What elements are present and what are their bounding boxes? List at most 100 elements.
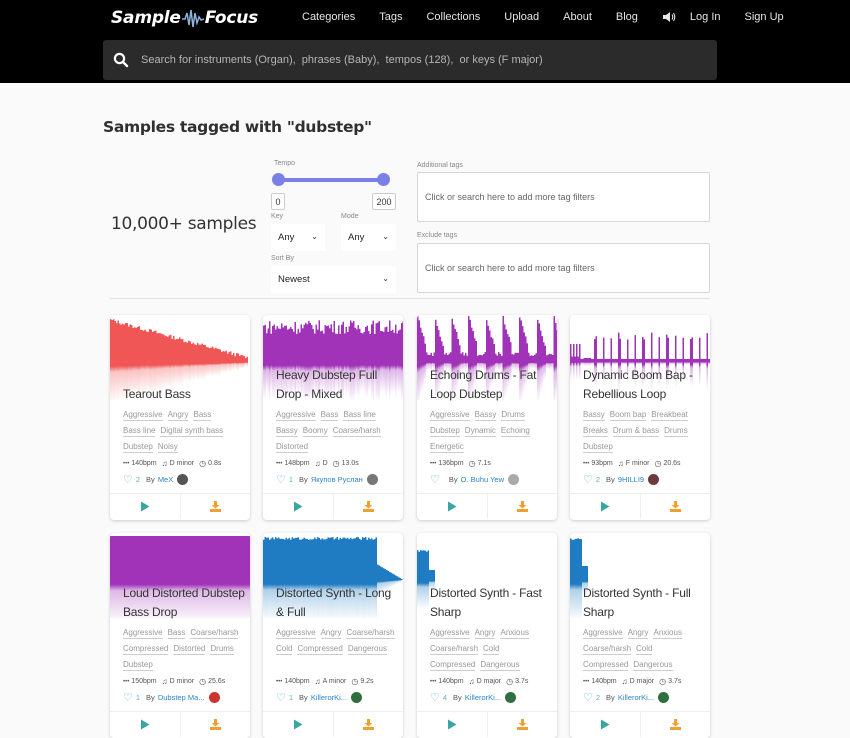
search-input[interactable] — [141, 54, 701, 66]
tag-link[interactable]: Distorted — [276, 441, 308, 453]
uploader-link[interactable]: O. Buhu Yew — [461, 475, 504, 484]
sample-card[interactable]: Heavy Dubstep Full Drop - Mixed Aggressi… — [263, 315, 403, 520]
tag-link[interactable]: Dynamic — [465, 425, 496, 437]
uploader-link[interactable]: KillerorKi... — [618, 693, 654, 702]
avatar[interactable] — [209, 692, 220, 703]
avatar[interactable] — [658, 692, 669, 703]
uploader-link[interactable]: KillerorKi... — [465, 693, 501, 702]
sample-title[interactable]: Echoing Drums - Fat Loop Dubstep — [430, 366, 554, 404]
tag-link[interactable]: Aggressive — [123, 627, 163, 639]
tag-link[interactable]: Aggressive — [430, 627, 470, 639]
tag-link[interactable]: Compressed — [583, 659, 628, 671]
uploader-link[interactable]: Якупов Руслан — [311, 475, 363, 484]
tag-link[interactable]: Cold — [483, 643, 499, 655]
tempo-min-handle[interactable] — [272, 173, 285, 186]
nav-categories[interactable]: Categories — [302, 11, 355, 23]
download-button[interactable] — [334, 712, 404, 737]
sample-title[interactable]: Loud Distorted Dubstep Bass Drop — [123, 584, 247, 622]
tag-link[interactable]: Digital synth bass — [160, 425, 223, 437]
heart-icon[interactable]: ♡ — [123, 691, 133, 704]
tag-link[interactable]: Dangerous — [633, 659, 672, 671]
play-button[interactable] — [263, 494, 334, 519]
tag-link[interactable]: Drums — [501, 409, 525, 421]
play-button[interactable] — [110, 494, 181, 519]
tag-link[interactable]: Coarse/harsh — [333, 425, 381, 437]
tempo-slider-track[interactable] — [278, 178, 384, 182]
tag-link[interactable]: Distorted — [173, 643, 205, 655]
tag-link[interactable]: Bassy — [583, 409, 605, 421]
avatar[interactable] — [351, 692, 362, 703]
play-button[interactable] — [110, 712, 181, 737]
download-button[interactable] — [641, 712, 711, 737]
tag-link[interactable]: Compressed — [297, 643, 342, 655]
tag-link[interactable]: Noisy — [158, 441, 178, 453]
sample-card[interactable]: Distorted Synth - Fast Sharp AggressiveA… — [417, 533, 557, 738]
sample-card[interactable]: Echoing Drums - Fat Loop Dubstep Aggress… — [417, 315, 557, 520]
tag-link[interactable]: Compressed — [430, 659, 475, 671]
tag-link[interactable]: Boom bap — [610, 409, 646, 421]
heart-icon[interactable]: ♡ — [276, 473, 286, 486]
tag-link[interactable]: Angry — [168, 409, 189, 421]
heart-icon[interactable]: ♡ — [123, 473, 133, 486]
tag-link[interactable]: Angry — [628, 627, 649, 639]
tag-link[interactable]: Bass line — [123, 425, 155, 437]
tag-link[interactable]: Drums — [210, 643, 234, 655]
tag-link[interactable]: Aggressive — [276, 409, 316, 421]
nav-about[interactable]: About — [563, 11, 592, 23]
nav-blog[interactable]: Blog — [616, 11, 638, 23]
tag-link[interactable]: Angry — [475, 627, 496, 639]
tag-link[interactable]: Coarse/harsh — [346, 627, 394, 639]
avatar[interactable] — [505, 692, 516, 703]
key-select[interactable]: Any⌄ — [271, 224, 325, 251]
sample-title[interactable]: Distorted Synth - Long & Full — [276, 584, 400, 622]
tag-link[interactable]: Coarse/harsh — [190, 627, 238, 639]
sample-card[interactable]: Distorted Synth - Long & Full Aggressive… — [263, 533, 403, 738]
tag-link[interactable]: Drums — [664, 425, 688, 437]
download-button[interactable] — [181, 712, 251, 737]
additional-tags-input[interactable]: Click or search here to add more tag fil… — [417, 172, 710, 222]
tag-link[interactable]: Coarse/harsh — [430, 643, 478, 655]
tag-link[interactable]: Coarse/harsh — [583, 643, 631, 655]
tag-link[interactable]: Aggressive — [583, 627, 623, 639]
mode-select[interactable]: Any⌄ — [341, 224, 396, 251]
uploader-link[interactable]: KillerorKi... — [311, 693, 347, 702]
tag-link[interactable]: Bassy — [475, 409, 497, 421]
tag-link[interactable]: Energetic — [430, 441, 464, 453]
tempo-max-input[interactable]: 200 — [372, 193, 396, 210]
tag-link[interactable]: Cold — [636, 643, 652, 655]
heart-icon[interactable]: ♡ — [583, 691, 593, 704]
sample-card[interactable]: Tearout Bass AggressiveAngryBassBass lin… — [110, 315, 250, 520]
tempo-min-input[interactable]: 0 — [271, 193, 285, 210]
tag-link[interactable]: Bass line — [343, 409, 375, 421]
uploader-link[interactable]: 9HILLI9 — [618, 475, 644, 484]
tag-link[interactable]: Aggressive — [276, 627, 316, 639]
avatar[interactable] — [177, 474, 188, 485]
tag-link[interactable]: Dubstep — [430, 425, 460, 437]
nav-upload[interactable]: Upload — [504, 11, 539, 23]
avatar[interactable] — [648, 474, 659, 485]
tag-link[interactable]: Cold — [276, 643, 292, 655]
tag-link[interactable]: Dubstep — [583, 441, 613, 453]
download-button[interactable] — [488, 712, 558, 737]
heart-icon[interactable]: ♡ — [430, 473, 440, 486]
uploader-link[interactable]: Dubstep Ma... — [158, 693, 205, 702]
sample-title[interactable]: Heavy Dubstep Full Drop - Mixed — [276, 366, 400, 404]
tag-link[interactable]: Dangerous — [348, 643, 387, 655]
speaker-icon[interactable] — [662, 10, 676, 24]
tag-link[interactable]: Boomy — [303, 425, 328, 437]
tag-link[interactable]: Compressed — [123, 643, 168, 655]
avatar[interactable] — [508, 474, 519, 485]
tag-link[interactable]: Dangerous — [480, 659, 519, 671]
play-button[interactable] — [570, 494, 641, 519]
signup-link[interactable]: Sign Up — [745, 11, 784, 23]
tag-link[interactable]: Breakbeat — [651, 409, 687, 421]
sort-select[interactable]: Newest⌄ — [271, 266, 396, 293]
uploader-link[interactable]: MeX — [158, 475, 173, 484]
sample-title[interactable]: Distorted Synth - Full Sharp — [583, 584, 707, 622]
play-button[interactable] — [417, 712, 488, 737]
sample-title[interactable]: Dynamic Boom Bap - Rebellious Loop — [583, 366, 707, 404]
tag-link[interactable]: Aggressive — [430, 409, 470, 421]
nav-tags[interactable]: Tags — [379, 11, 402, 23]
tempo-max-handle[interactable] — [377, 173, 390, 186]
sample-card[interactable]: Distorted Synth - Full Sharp Aggressive A… — [570, 533, 710, 738]
